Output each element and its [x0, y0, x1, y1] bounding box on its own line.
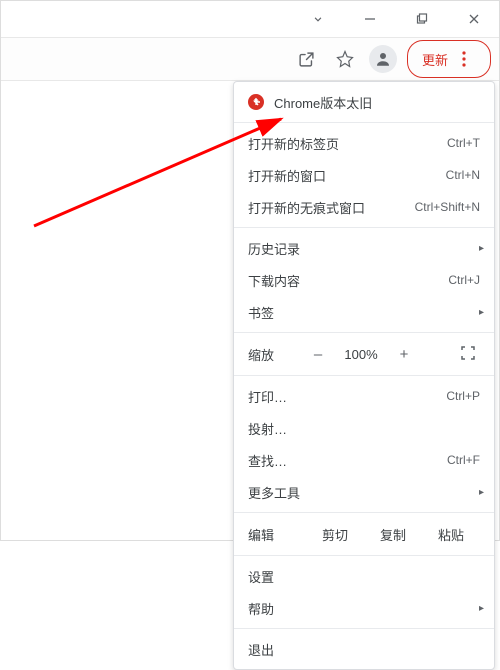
- menu-label: 打开新的无痕式窗口: [248, 198, 415, 217]
- menu-divider: [234, 227, 494, 228]
- menu-item-zoom: 缩放 – 100% +: [234, 337, 494, 371]
- menu-item-new-tab[interactable]: 打开新的标签页 Ctrl+T: [234, 127, 494, 159]
- menu-item-chrome-outdated[interactable]: Chrome版本太旧: [234, 86, 494, 118]
- submenu-arrow-icon: ▸: [479, 243, 484, 254]
- menu-label: 打开新的标签页: [248, 134, 447, 153]
- menu-item-bookmarks[interactable]: 书签 ▸: [234, 296, 494, 328]
- minimize-button[interactable]: [353, 4, 387, 34]
- menu-item-cast[interactable]: 投射…: [234, 412, 494, 444]
- menu-shortcut: Ctrl+F: [447, 453, 480, 467]
- menu-label: 投射…: [248, 419, 480, 438]
- menu-shortcut: Ctrl+T: [447, 136, 480, 150]
- menu-item-help[interactable]: 帮助 ▸: [234, 592, 494, 624]
- menu-item-find[interactable]: 查找… Ctrl+F: [234, 444, 494, 476]
- submenu-arrow-icon: ▸: [479, 487, 484, 498]
- browser-toolbar: 更新: [1, 37, 499, 81]
- zoom-value: 100%: [336, 347, 386, 362]
- menu-shortcut: Ctrl+P: [446, 389, 480, 403]
- menu-label: 帮助: [248, 599, 480, 618]
- menu-label: 退出: [248, 640, 480, 659]
- warning-icon: [248, 94, 264, 110]
- window-titlebar: [1, 1, 499, 37]
- menu-label: 设置: [248, 567, 480, 586]
- menu-shortcut: Ctrl+Shift+N: [415, 200, 480, 214]
- menu-item-downloads[interactable]: 下载内容 Ctrl+J: [234, 264, 494, 296]
- menu-divider: [234, 375, 494, 376]
- close-button[interactable]: [457, 4, 491, 34]
- update-button[interactable]: 更新: [407, 40, 491, 78]
- submenu-arrow-icon: ▸: [479, 603, 484, 614]
- menu-item-new-incognito[interactable]: 打开新的无痕式窗口 Ctrl+Shift+N: [234, 191, 494, 223]
- menu-label: 查找…: [248, 451, 447, 470]
- kebab-menu-icon[interactable]: [452, 45, 476, 73]
- menu-label: 打印…: [248, 387, 446, 406]
- menu-item-settings[interactable]: 设置: [234, 560, 494, 592]
- menu-label: Chrome版本太旧: [274, 93, 480, 112]
- menu-item-print[interactable]: 打印… Ctrl+P: [234, 380, 494, 412]
- menu-divider: [234, 512, 494, 513]
- menu-label: 历史记录: [248, 239, 480, 258]
- menu-item-history[interactable]: 历史记录 ▸: [234, 232, 494, 264]
- maximize-button[interactable]: [405, 4, 439, 34]
- menu-label: 下载内容: [248, 271, 448, 290]
- menu-item-exit[interactable]: 退出: [234, 633, 494, 665]
- tab-dropdown-icon[interactable]: [301, 4, 335, 34]
- menu-item-more-tools[interactable]: 更多工具 ▸: [234, 476, 494, 508]
- menu-item-edit: 编辑 剪切 复制 粘贴: [234, 517, 494, 551]
- menu-shortcut: Ctrl+J: [448, 273, 480, 287]
- menu-divider: [234, 628, 494, 629]
- menu-label: 打开新的窗口: [248, 166, 446, 185]
- main-menu: Chrome版本太旧 打开新的标签页 Ctrl+T 打开新的窗口 Ctrl+N …: [233, 81, 495, 670]
- zoom-label: 缩放: [248, 345, 300, 364]
- menu-item-new-window[interactable]: 打开新的窗口 Ctrl+N: [234, 159, 494, 191]
- share-icon[interactable]: [293, 45, 321, 73]
- update-label: 更新: [422, 50, 448, 69]
- zoom-in-button[interactable]: +: [386, 346, 422, 363]
- menu-divider: [234, 555, 494, 556]
- fullscreen-icon[interactable]: [456, 346, 480, 363]
- bookmark-star-icon[interactable]: [331, 45, 359, 73]
- menu-divider: [234, 332, 494, 333]
- menu-shortcut: Ctrl+N: [446, 168, 480, 182]
- profile-avatar-icon[interactable]: [369, 45, 397, 73]
- menu-divider: [234, 122, 494, 123]
- submenu-arrow-icon: ▸: [479, 307, 484, 318]
- menu-label: 更多工具: [248, 483, 480, 502]
- menu-label: 书签: [248, 303, 480, 322]
- zoom-out-button[interactable]: –: [300, 346, 336, 363]
